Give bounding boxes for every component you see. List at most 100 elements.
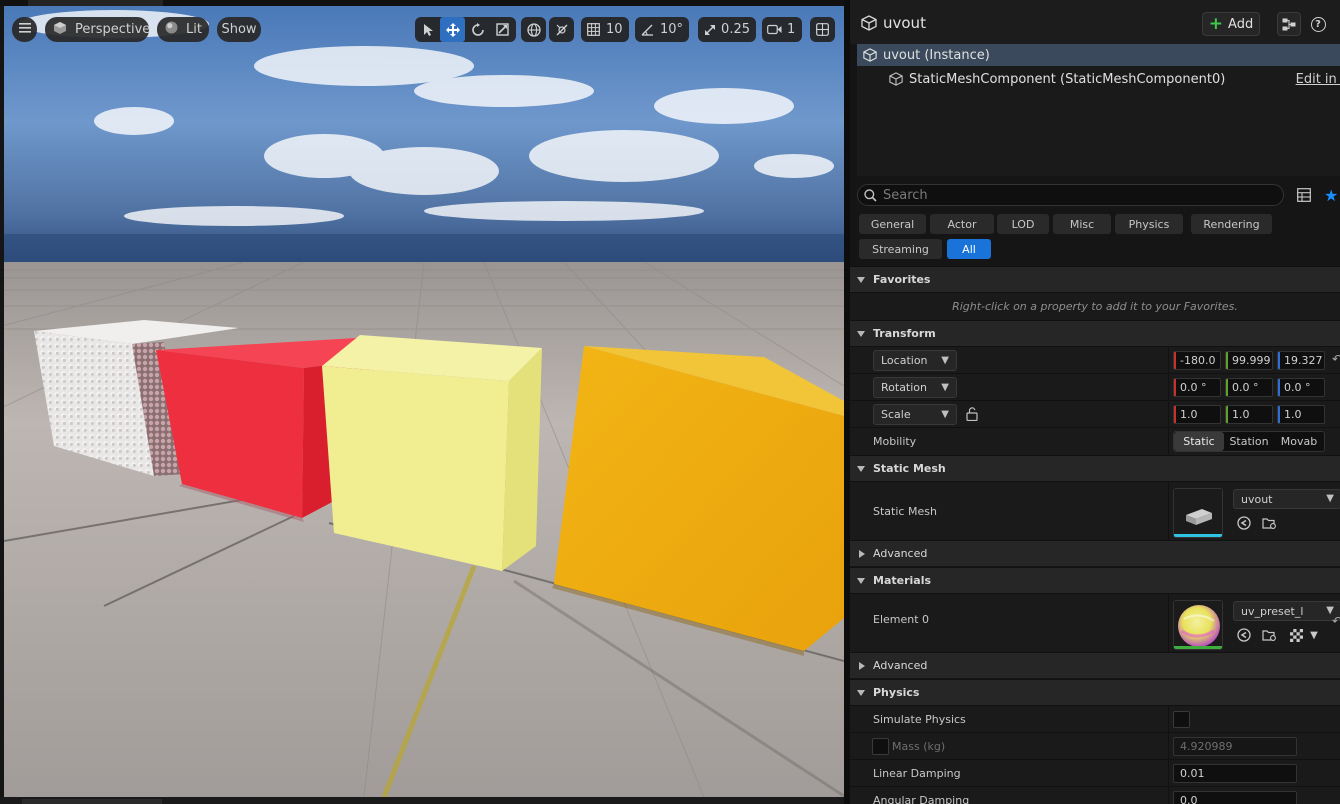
rotate-tool-button[interactable] [465,17,490,42]
mobility-movable[interactable]: Movab [1274,432,1324,451]
browse-folder-icon[interactable] [1261,627,1277,643]
mobility-stationary[interactable]: Station [1224,432,1274,451]
section-materials[interactable]: Materials [850,567,1340,593]
rotation-y-field[interactable]: 0.0 ° [1225,378,1273,397]
static-mesh-icon [889,72,903,86]
mass-override-checkbox[interactable] [872,738,889,755]
section-physics[interactable]: Physics [850,679,1340,705]
static-mesh-advanced[interactable]: Advanced [850,540,1340,566]
filter-physics[interactable]: Physics [1115,214,1183,234]
element-0-label: Element 0 [873,613,930,626]
filter-general[interactable]: General [859,214,926,234]
edit-in-cpp-link[interactable]: Edit in C [1296,72,1340,87]
search-input[interactable] [883,187,1263,203]
select-tool-button[interactable] [415,17,440,42]
filter-actor[interactable]: Actor [930,214,994,234]
angle-icon [635,17,660,42]
scale-dropdown[interactable]: Scale ▼ [873,404,957,425]
simulate-physics-checkbox[interactable] [1173,711,1190,728]
browse-folder-icon[interactable] [1261,515,1277,531]
camera-speed-value: 1 [787,22,796,37]
chevron-down-icon[interactable]: ▼ [1306,627,1322,643]
location-z-field[interactable]: 19.327 [1277,351,1325,370]
blueprint-button[interactable] [1277,12,1301,36]
add-button-label: Add [1228,16,1254,32]
mass-label: Mass (kg) [892,740,946,753]
unlock-icon[interactable] [966,407,978,421]
transform-title: Transform [873,327,936,340]
scale-tool-button[interactable] [490,17,515,42]
move-arrows-icon [445,22,460,37]
level-viewport[interactable]: Perspective Lit Show 10 10° 0.25 1 [4,6,844,797]
material-thumbnail[interactable] [1173,600,1223,650]
mobility-selector: Static Station Movab [1173,431,1325,452]
location-y-field[interactable]: 99.999 [1225,351,1273,370]
checker-icon[interactable] [1288,627,1304,643]
section-favorites[interactable]: Favorites [850,266,1340,292]
star-icon[interactable]: ★ [1324,186,1338,205]
linear-damping-label: Linear Damping [873,767,961,780]
viewport-menu-button[interactable] [12,17,37,42]
use-selected-icon[interactable] [1236,515,1252,531]
mobility-static[interactable]: Static [1174,432,1224,451]
translate-tool-button[interactable] [440,17,465,42]
simulate-physics-row: Simulate Physics [850,705,1340,732]
rotation-x-field[interactable]: 0.0 ° [1173,378,1221,397]
mass-field: 4.920989 [1173,737,1297,756]
scale-z-field[interactable]: 1.0 [1277,405,1325,424]
rotation-z-value: 0.0 ° [1284,381,1311,394]
blueprint-icon [1282,18,1296,30]
surface-snap-toggle[interactable] [549,17,574,42]
static-mesh-thumbnail[interactable] [1173,488,1223,538]
add-component-button[interactable]: + Add [1202,12,1260,36]
help-icon: ? [1310,16,1326,32]
filter-lod[interactable]: LOD [997,214,1049,234]
perspective-dropdown[interactable]: Perspective [45,17,150,42]
expand-triangle-icon [857,276,865,283]
tree-root-instance[interactable]: uvout (Instance) [857,44,1340,66]
table-view-icon[interactable] [1297,188,1311,202]
scale-snap-control[interactable]: 0.25 [698,17,756,42]
grid-snap-control[interactable]: 10 [581,17,629,42]
materials-advanced[interactable]: Advanced [850,652,1340,678]
filter-rendering[interactable]: Rendering [1191,214,1272,234]
location-label: Location [881,354,928,367]
static-mesh-asset-dropdown[interactable]: uvout ▼ [1233,489,1340,509]
tree-static-mesh-component[interactable]: StaticMeshComponent (StaticMeshComponent… [857,68,1340,90]
viewport-scene[interactable] [4,6,844,797]
rotation-dropdown[interactable]: Rotation ▼ [873,377,957,398]
help-button[interactable]: ? [1306,12,1330,36]
actor-name[interactable]: uvout [883,14,926,32]
viewport-layout-button[interactable] [810,17,835,42]
filter-misc[interactable]: Misc [1053,214,1111,234]
static-mesh-row: Static Mesh uvout ▼ [850,481,1340,540]
reset-arrow-icon[interactable]: ↶ [1332,352,1340,366]
show-dropdown[interactable]: Show [217,17,261,42]
scale-x-value: 1.0 [1180,408,1198,421]
rotation-z-field[interactable]: 0.0 ° [1277,378,1325,397]
section-static-mesh[interactable]: Static Mesh [850,455,1340,481]
mobility-label: Mobility [873,435,917,448]
reset-arrow-icon[interactable]: ↶ [1332,614,1340,628]
bottom-tab[interactable] [22,799,162,804]
scale-x-field[interactable]: 1.0 [1173,405,1221,424]
material-asset-dropdown[interactable]: uv_preset_l ▼ [1233,601,1340,621]
location-dropdown[interactable]: Location ▼ [873,350,957,371]
world-local-toggle[interactable] [521,17,546,42]
use-selected-icon[interactable] [1236,627,1252,643]
angular-damping-field[interactable]: 0.0 [1173,791,1297,804]
static-mesh-label: Static Mesh [873,505,937,518]
filter-all[interactable]: All [947,239,991,259]
filter-streaming[interactable]: Streaming [859,239,942,259]
scale-z-value: 1.0 [1284,408,1302,421]
section-transform[interactable]: Transform [850,320,1340,346]
lit-dropdown[interactable]: Lit [157,17,209,42]
location-x-field[interactable]: -180.0 [1173,351,1221,370]
linear-damping-field[interactable]: 0.01 [1173,764,1297,783]
material-element-row: Element 0 uv_preset_l ▼ ▼ ↶ [850,593,1340,652]
rotation-snap-control[interactable]: 10° [635,17,689,42]
camera-speed-control[interactable]: 1 [762,17,802,42]
cube-icon [53,21,67,39]
scale-y-field[interactable]: 1.0 [1225,405,1273,424]
mass-row: Mass (kg) 4.920989 [850,732,1340,759]
